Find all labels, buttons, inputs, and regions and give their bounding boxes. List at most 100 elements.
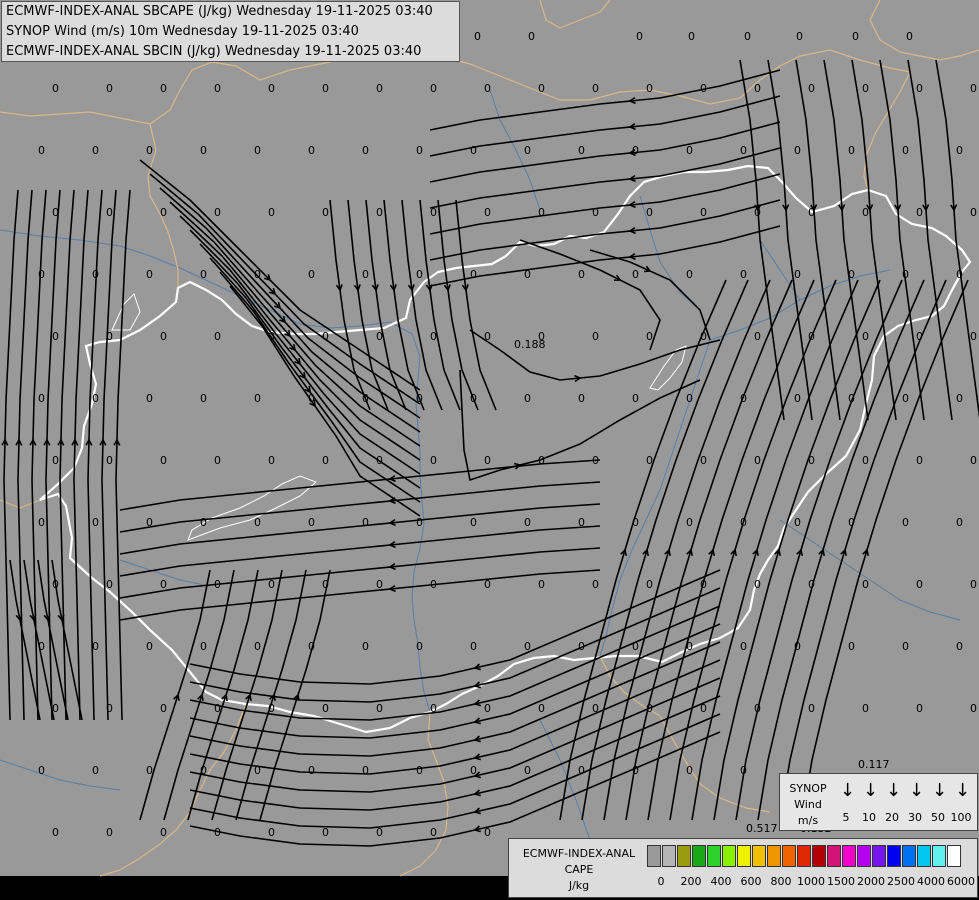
cin-value-53: 0 [970, 206, 977, 219]
cin-value-44: 0 [484, 206, 491, 219]
cin-value-184: 0 [268, 702, 275, 715]
cin-value-76: 0 [268, 330, 275, 343]
cin-value-167: 0 [308, 640, 315, 653]
cin-value-178: 0 [902, 640, 909, 653]
cin-value-17: 0 [970, 82, 977, 95]
cin-value-202: 0 [254, 764, 261, 777]
cin-value-85: 0 [754, 330, 761, 343]
cape-swatch-7 [752, 845, 766, 867]
cin-value-217: 0 [322, 826, 329, 839]
cin-value-206: 0 [470, 764, 477, 777]
map-canvas[interactable]: 0 0 0 0 0 0 0 0 0 0 0 0 0 0 0 0 0 0 0 0 0 0 0 0 0 0 0 0 0 0 0 0 0 0 0 0 0 0 0 0… [0, 0, 979, 900]
cin-value-224: 0 [688, 30, 695, 43]
cin-value-181: 0 [106, 702, 113, 715]
cin-value-20: 0 [146, 144, 153, 157]
cin-value-36: 0 [52, 206, 59, 219]
wind-legend-value-5: 100 [950, 811, 972, 824]
cin-value-223: 0 [636, 30, 643, 43]
cin-value-8: 0 [484, 82, 491, 95]
cin-value-45: 0 [538, 206, 545, 219]
cin-value-221: 0 [474, 30, 481, 43]
cin-value-102: 0 [686, 392, 693, 405]
cin-value-157: 0 [754, 578, 761, 591]
cin-value-132: 0 [362, 516, 369, 529]
cin-value-191: 0 [646, 702, 653, 715]
wind-legend-value-0: 5 [842, 811, 850, 824]
cin-value-117: 0 [538, 454, 545, 467]
cin-value-152: 0 [484, 578, 491, 591]
cin-value-125: 0 [970, 454, 977, 467]
cin-value-213: 0 [106, 826, 113, 839]
cin-value-109: 0 [106, 454, 113, 467]
cape-swatch-4 [707, 845, 721, 867]
cin-value-63: 0 [524, 268, 531, 281]
cin-value-48: 0 [700, 206, 707, 219]
cin-value-121: 0 [754, 454, 761, 467]
cin-value-166: 0 [254, 640, 261, 653]
cin-value-35: 0 [956, 144, 963, 157]
wind-legend-arrow-1: ↓ [863, 780, 879, 801]
cin-value-205: 0 [416, 764, 423, 777]
cin-value-123: 0 [862, 454, 869, 467]
cin-value-203: 0 [308, 764, 315, 777]
cin-value-148: 0 [268, 578, 275, 591]
cin-value-140: 0 [794, 516, 801, 529]
cin-value-212: 0 [52, 826, 59, 839]
cin-value-91: 0 [92, 392, 99, 405]
cin-value-227: 0 [852, 30, 859, 43]
cin-value-47: 0 [646, 206, 653, 219]
cin-value-135: 0 [524, 516, 531, 529]
cin-value-3: 0 [214, 82, 221, 95]
cin-value-159: 0 [862, 578, 869, 591]
cin-value-215: 0 [214, 826, 221, 839]
cin-value-192: 0 [700, 702, 707, 715]
cin-value-51: 0 [862, 206, 869, 219]
cin-value-151: 0 [430, 578, 437, 591]
wind-legend-title: SYNOP [789, 782, 827, 795]
cin-value-97: 0 [416, 392, 423, 405]
cin-value-82: 0 [592, 330, 599, 343]
cape-tick-3: 600 [740, 875, 762, 888]
cin-value-200: 0 [146, 764, 153, 777]
cape-annotation-0: 0.188 [514, 338, 546, 351]
cin-value-33: 0 [848, 144, 855, 157]
cape-swatch-19 [932, 845, 946, 867]
cape-swatch-11 [812, 845, 826, 867]
cape-swatch-14 [857, 845, 871, 867]
wind-legend-arrow-4: ↓ [932, 780, 948, 801]
cin-value-147: 0 [214, 578, 221, 591]
cin-value-207: 0 [524, 764, 531, 777]
cin-value-41: 0 [322, 206, 329, 219]
cin-value-56: 0 [146, 268, 153, 281]
cin-value-1: 0 [106, 82, 113, 95]
cin-value-52: 0 [916, 206, 923, 219]
cin-value-128: 0 [146, 516, 153, 529]
map-title-panel: ECMWF-INDEX-ANAL SBCAPE (J/kg) Wednesday… [1, 1, 460, 62]
wind-legend-arrow-5: ↓ [955, 780, 971, 801]
cin-value-225: 0 [744, 30, 751, 43]
cin-value-37: 0 [106, 206, 113, 219]
cin-value-74: 0 [160, 330, 167, 343]
cin-value-154: 0 [592, 578, 599, 591]
wind-legend-value-4: 50 [931, 811, 945, 824]
cin-value-10: 0 [592, 82, 599, 95]
cin-value-99: 0 [524, 392, 531, 405]
cin-value-145: 0 [106, 578, 113, 591]
cin-value-23: 0 [308, 144, 315, 157]
cin-value-199: 0 [92, 764, 99, 777]
cin-value-173: 0 [632, 640, 639, 653]
cin-value-34: 0 [902, 144, 909, 157]
cin-value-137: 0 [632, 516, 639, 529]
cape-tick-4: 800 [770, 875, 792, 888]
map-background [0, 0, 979, 876]
cape-annotation-2: 0.517 [746, 822, 778, 835]
cin-value-25: 0 [416, 144, 423, 157]
cape-legend: ECMWF-INDEX-ANAL CAPE J/kg 0 200 400 600 800… [508, 838, 978, 898]
cin-value-21: 0 [200, 144, 207, 157]
cape-swatch-13 [842, 845, 856, 867]
cin-value-11: 0 [646, 82, 653, 95]
cape-tick-2: 400 [710, 875, 732, 888]
cin-value-134: 0 [470, 516, 477, 529]
cape-swatch-5 [722, 845, 736, 867]
cin-value-57: 0 [200, 268, 207, 281]
